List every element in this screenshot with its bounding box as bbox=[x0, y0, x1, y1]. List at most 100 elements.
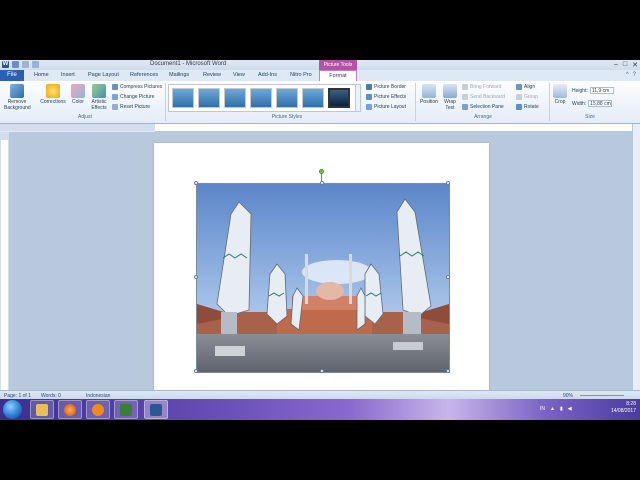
close-icon[interactable]: ✕ bbox=[632, 61, 638, 69]
change-picture-button[interactable]: Change Picture bbox=[112, 94, 154, 100]
resize-handle-right[interactable] bbox=[446, 275, 450, 279]
remove-background-label: Remove Background bbox=[4, 99, 31, 111]
tab-view[interactable]: View bbox=[233, 72, 245, 78]
position-button[interactable]: Position bbox=[418, 84, 440, 105]
picture-layout-button[interactable]: Picture Layout bbox=[366, 104, 406, 110]
minimize-ribbon-icon[interactable]: ^ bbox=[626, 72, 629, 78]
reset-picture-label: Reset Picture bbox=[120, 104, 151, 110]
picture-effects-button[interactable]: Picture Effects bbox=[366, 94, 406, 100]
resize-handle-top[interactable] bbox=[320, 181, 324, 185]
align-button[interactable]: Align bbox=[516, 84, 535, 90]
zoom-slider[interactable] bbox=[580, 395, 624, 396]
tab-references[interactable]: References bbox=[130, 72, 158, 78]
tab-nitro-pro[interactable]: Nitro Pro bbox=[290, 72, 312, 78]
position-label: Position bbox=[420, 99, 438, 105]
picture-style-thumb[interactable] bbox=[302, 88, 324, 108]
group-separator bbox=[415, 83, 416, 121]
height-input[interactable]: 11,9 cm bbox=[589, 87, 614, 94]
redo-icon[interactable] bbox=[32, 61, 39, 68]
input-language[interactable]: IN bbox=[540, 406, 545, 412]
bring-forward-button[interactable]: Bring Forward bbox=[462, 84, 501, 90]
artistic-effects-button[interactable]: Artistic Effects bbox=[88, 84, 110, 111]
wrap-text-button[interactable]: Wrap Text bbox=[441, 84, 459, 111]
corrections-button[interactable]: Corrections bbox=[39, 84, 67, 105]
wrap-text-label: Wrap Text bbox=[444, 99, 456, 111]
tab-home[interactable]: Home bbox=[34, 72, 49, 78]
undo-icon[interactable] bbox=[22, 61, 29, 68]
size-group-label: Size bbox=[585, 114, 595, 120]
resize-handle-bottom-right[interactable] bbox=[446, 369, 450, 373]
artistic-effects-label: Artistic Effects bbox=[91, 99, 107, 111]
word-app-icon[interactable]: W bbox=[2, 61, 9, 68]
vertical-ruler[interactable] bbox=[1, 140, 8, 390]
corrections-icon bbox=[46, 84, 60, 98]
group-separator bbox=[165, 83, 166, 121]
compress-pictures-button[interactable]: Compress Pictures bbox=[112, 84, 162, 90]
rotate-button[interactable]: Rotate bbox=[516, 104, 539, 110]
word-taskbar-button[interactable] bbox=[144, 400, 168, 419]
resize-handle-bottom-left[interactable] bbox=[194, 369, 198, 373]
picture-effects-icon bbox=[366, 94, 372, 100]
app-icon bbox=[120, 403, 132, 416]
tab-insert[interactable]: Insert bbox=[61, 72, 75, 78]
volume-icon[interactable]: ◀ bbox=[568, 406, 572, 412]
selection-pane-label: Selection Pane bbox=[470, 104, 504, 110]
tab-mailings[interactable]: Mailings bbox=[169, 72, 189, 78]
help-icon[interactable]: ? bbox=[633, 72, 636, 78]
save-icon[interactable] bbox=[12, 61, 19, 68]
resize-handle-left[interactable] bbox=[194, 275, 198, 279]
clock[interactable]: 8:28 14/08/2017 bbox=[611, 401, 636, 415]
horizontal-ruler[interactable] bbox=[155, 124, 633, 132]
tab-page-layout[interactable]: Page Layout bbox=[88, 72, 119, 78]
minimize-icon[interactable]: – bbox=[614, 61, 618, 69]
color-label: Color bbox=[72, 99, 84, 105]
resize-handle-top-left[interactable] bbox=[194, 181, 198, 185]
compress-icon bbox=[112, 84, 118, 90]
media-player-taskbar-button[interactable] bbox=[86, 400, 110, 419]
resize-handle-bottom[interactable] bbox=[320, 369, 324, 373]
crop-button[interactable]: Crop bbox=[552, 84, 568, 105]
remove-background-button[interactable]: Remove Background bbox=[4, 84, 31, 111]
adjust-group-label: Adjust bbox=[78, 114, 92, 120]
reset-picture-button[interactable]: Reset Picture bbox=[112, 104, 150, 110]
gallery-scroll-arrows[interactable] bbox=[355, 84, 361, 112]
show-hidden-icons-icon[interactable]: ▲ bbox=[550, 406, 555, 412]
picture-style-thumb[interactable] bbox=[198, 88, 220, 108]
picture-style-thumb-selected[interactable] bbox=[328, 88, 350, 108]
ribbon-help-controls: ^ ? bbox=[626, 72, 636, 78]
reset-picture-icon bbox=[112, 104, 118, 110]
selection-pane-icon bbox=[462, 104, 468, 110]
tab-file[interactable]: File bbox=[0, 70, 24, 81]
align-label: Align bbox=[524, 84, 536, 90]
picture-effects-label: Picture Effects bbox=[374, 94, 407, 100]
network-icon[interactable]: ▮ bbox=[560, 406, 563, 412]
picture-border-button[interactable]: Picture Border bbox=[366, 84, 406, 90]
wrap-text-icon bbox=[443, 84, 457, 98]
color-button[interactable]: Color bbox=[68, 84, 88, 105]
windows-taskbar: IN ▲ ▮ ◀ 8:28 14/08/2017 bbox=[0, 399, 640, 420]
vertical-scrollbar[interactable] bbox=[632, 124, 640, 392]
picture-style-thumb[interactable] bbox=[172, 88, 194, 108]
picture-style-thumb[interactable] bbox=[250, 88, 272, 108]
group-button[interactable]: Group bbox=[516, 94, 538, 100]
picture-style-thumb[interactable] bbox=[276, 88, 298, 108]
width-input[interactable]: 15,88 cm bbox=[588, 100, 613, 107]
inserted-picture[interactable] bbox=[196, 183, 450, 373]
color-icon bbox=[71, 84, 85, 98]
media-player-icon bbox=[92, 403, 104, 416]
tab-add-ins[interactable]: Add-Ins bbox=[258, 72, 277, 78]
selection-pane-button[interactable]: Selection Pane bbox=[462, 104, 504, 110]
firefox-taskbar-button[interactable] bbox=[58, 400, 82, 419]
picture-styles-group-label: Picture Styles bbox=[271, 114, 303, 120]
tab-review[interactable]: Review bbox=[203, 72, 221, 78]
picture-style-thumb[interactable] bbox=[224, 88, 246, 108]
resize-handle-top-right[interactable] bbox=[446, 181, 450, 185]
start-button-icon[interactable] bbox=[3, 400, 22, 419]
send-backward-button[interactable]: Send Backward bbox=[462, 94, 505, 100]
app-taskbar-button[interactable] bbox=[114, 400, 138, 419]
picture-styles-gallery[interactable] bbox=[168, 84, 358, 112]
maximize-icon[interactable]: □ bbox=[623, 61, 627, 69]
width-control: Width: 15,88 cm bbox=[572, 100, 613, 107]
explorer-taskbar-button[interactable] bbox=[30, 400, 54, 419]
clock-time: 8:28 bbox=[626, 401, 636, 407]
